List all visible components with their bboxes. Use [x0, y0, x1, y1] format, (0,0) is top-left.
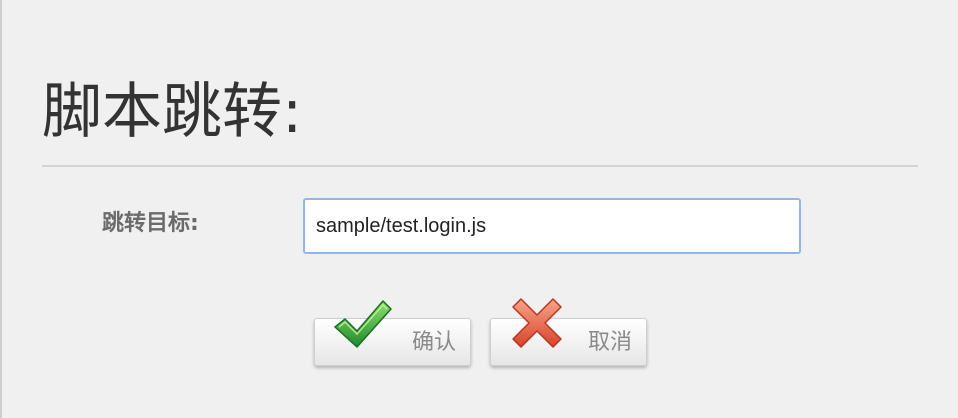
cancel-button[interactable]: 取消: [490, 298, 647, 366]
confirm-label: 确认: [411, 330, 456, 355]
target-label: 跳转目标:: [102, 211, 199, 236]
title-divider: [42, 165, 918, 167]
target-input[interactable]: [303, 198, 801, 254]
dialog-title: 脚本跳转:: [42, 77, 303, 147]
cross-icon: [509, 297, 565, 356]
cancel-label: 取消: [587, 330, 632, 355]
script-redirect-dialog: 脚本跳转: 跳转目标: 确认: [2, 0, 958, 418]
confirm-button[interactable]: 确认: [314, 300, 471, 366]
checkmark-icon: [331, 297, 395, 356]
